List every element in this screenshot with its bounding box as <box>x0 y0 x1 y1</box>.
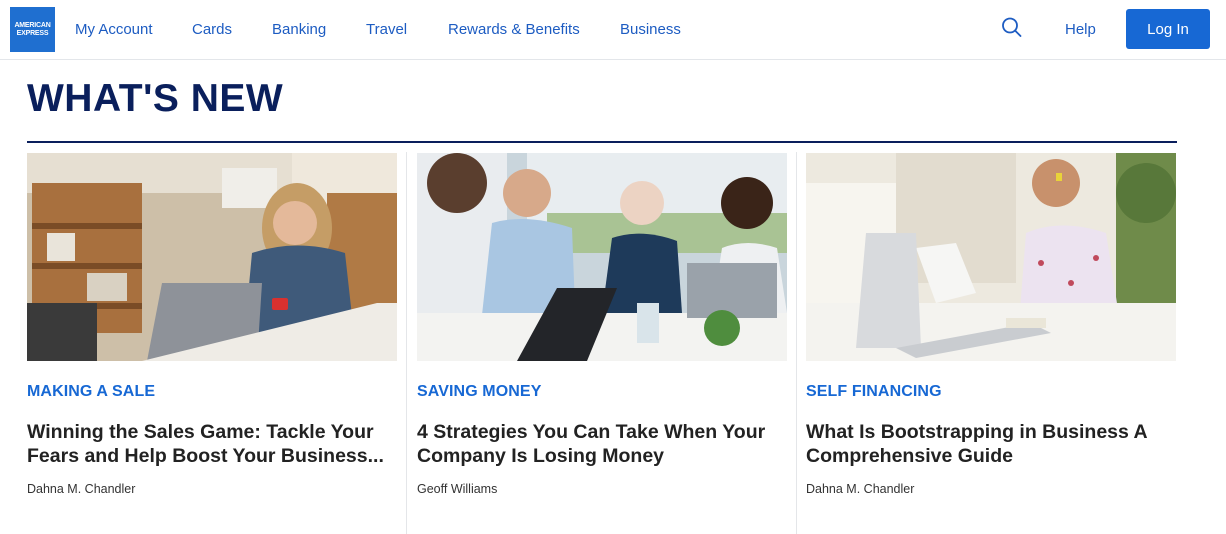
nav-item-rewards-benefits[interactable]: Rewards & Benefits <box>448 21 580 38</box>
article-image-person-reviewing-papers[interactable] <box>806 153 1176 361</box>
article-category[interactable]: MAKING A SALE <box>27 383 155 401</box>
article-image-team-meeting[interactable] <box>417 153 787 361</box>
card-divider <box>796 152 797 534</box>
article-image-woman-on-phone[interactable] <box>27 153 397 361</box>
article-category[interactable]: SAVING MONEY <box>417 383 541 401</box>
article-title[interactable]: What Is Bootstrapping in Business A Comp… <box>806 420 1176 468</box>
nav-item-banking[interactable]: Banking <box>272 21 326 38</box>
log-in-button[interactable]: Log In <box>1126 9 1210 49</box>
article-author: Dahna M. Chandler <box>806 482 915 496</box>
search-button[interactable] <box>999 15 1025 41</box>
article-author: Dahna M. Chandler <box>27 482 136 496</box>
article-category[interactable]: SELF FINANCING <box>806 383 942 401</box>
card-divider <box>406 152 407 534</box>
logo-text-line-2: EXPRESS <box>16 29 49 37</box>
nav-item-my-account[interactable]: My Account <box>75 21 153 38</box>
nav-item-travel[interactable]: Travel <box>366 21 407 38</box>
section-title-rule <box>27 141 1177 143</box>
nav-item-cards[interactable]: Cards <box>192 21 232 38</box>
nav-item-business[interactable]: Business <box>620 21 681 38</box>
article-card-3[interactable]: SELF FINANCING What Is Bootstrapping in … <box>806 153 1176 534</box>
logo-text-line-1: AMERICAN <box>14 21 51 29</box>
article-title[interactable]: 4 Strategies You Can Take When Your Comp… <box>417 420 787 468</box>
article-card-2[interactable]: SAVING MONEY 4 Strategies You Can Take W… <box>417 153 787 534</box>
section-title: WHAT'S NEW <box>27 77 284 120</box>
article-title[interactable]: Winning the Sales Game: Tackle Your Fear… <box>27 420 397 468</box>
top-navigation-bar: AMERICAN EXPRESS My Account Cards Bankin… <box>0 0 1226 60</box>
article-author: Geoff Williams <box>417 482 498 496</box>
article-card-1[interactable]: MAKING A SALE Winning the Sales Game: Ta… <box>27 153 397 534</box>
amex-logo[interactable]: AMERICAN EXPRESS <box>10 7 55 52</box>
search-icon <box>1002 17 1022 37</box>
help-link[interactable]: Help <box>1065 21 1096 38</box>
